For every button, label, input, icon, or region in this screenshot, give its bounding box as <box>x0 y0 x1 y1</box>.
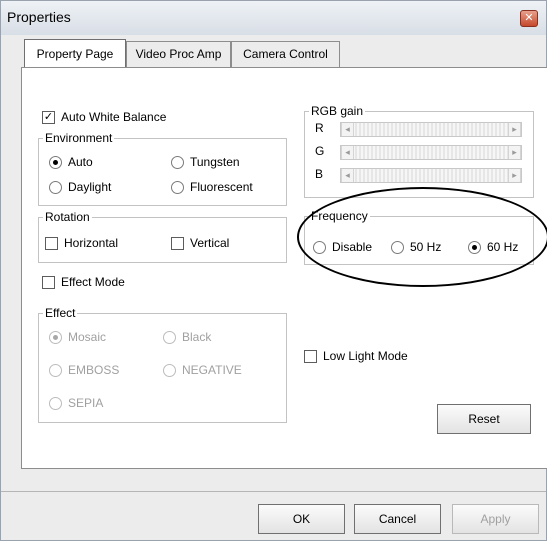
ok-button[interactable]: OK <box>258 504 345 534</box>
apply-button[interactable]: Apply <box>452 504 539 534</box>
left-arrow-icon[interactable]: ◂ <box>341 123 354 136</box>
close-button[interactable]: ✕ <box>520 10 538 27</box>
left-arrow-icon[interactable]: ◂ <box>341 169 354 182</box>
radio-icon <box>313 240 326 254</box>
b-gain-slider[interactable]: ◂ ▸ <box>340 168 522 183</box>
checkbox-icon <box>171 236 184 250</box>
radio-icon <box>391 240 404 254</box>
checkbox-icon <box>304 349 317 363</box>
frequency-disable-label: Disable <box>332 240 373 254</box>
environment-fluorescent-label: Fluorescent <box>190 180 253 194</box>
auto-white-balance-checkbox[interactable]: ✓ Auto White Balance <box>42 110 166 124</box>
effect-black-label: Black <box>182 330 212 344</box>
rotation-group: Rotation Horizontal Vertical <box>38 210 287 263</box>
environment-tungsten-radio[interactable]: Tungsten <box>171 155 240 169</box>
environment-group-label: Environment <box>43 131 115 145</box>
effect-mosaic-label: Mosaic <box>68 330 107 344</box>
rgb-gain-group-label: RGB gain <box>309 104 366 118</box>
radio-icon <box>49 180 62 194</box>
frequency-50hz-label: 50 Hz <box>410 240 442 254</box>
properties-window: Properties ✕ Property Page Video Proc Am… <box>0 0 547 541</box>
checkbox-icon <box>45 236 58 250</box>
left-arrow-icon[interactable]: ◂ <box>341 146 354 159</box>
rotation-horizontal-checkbox[interactable]: Horizontal <box>45 236 118 250</box>
radio-icon <box>163 363 176 377</box>
radio-selected-icon <box>49 330 62 344</box>
bottom-separator <box>1 491 546 492</box>
tab-video-proc-amp[interactable]: Video Proc Amp <box>126 41 231 67</box>
effect-negative-label: NEGATIVE <box>182 363 242 377</box>
right-arrow-icon[interactable]: ▸ <box>508 123 521 136</box>
effect-mode-label: Effect Mode <box>61 275 125 289</box>
rotation-group-label: Rotation <box>43 210 92 224</box>
rgb-g-label: G <box>315 144 325 158</box>
effect-emboss-label: EMBOSS <box>68 363 120 377</box>
r-gain-slider[interactable]: ◂ ▸ <box>340 122 522 137</box>
checkmark-icon: ✓ <box>42 110 55 124</box>
radio-icon <box>163 330 176 344</box>
effect-mode-checkbox[interactable]: Effect Mode <box>42 275 125 289</box>
rgb-b-label: B <box>315 167 324 181</box>
rotation-vertical-label: Vertical <box>190 236 230 250</box>
environment-fluorescent-radio[interactable]: Fluorescent <box>171 180 253 194</box>
low-light-mode-checkbox[interactable]: Low Light Mode <box>304 349 408 363</box>
environment-tungsten-label: Tungsten <box>190 155 240 169</box>
effect-group: Effect Mosaic Black EMBOSS NEGATIVE SEPI… <box>38 306 287 423</box>
tab-camera-control[interactable]: Camera Control <box>231 41 340 67</box>
environment-daylight-radio[interactable]: Daylight <box>49 180 111 194</box>
right-arrow-icon[interactable]: ▸ <box>508 169 521 182</box>
radio-selected-icon <box>49 155 62 169</box>
checkbox-icon <box>42 275 55 289</box>
rgb-r-label: R <box>315 121 324 135</box>
title-bar[interactable]: Properties ✕ <box>1 1 546 35</box>
radio-selected-icon <box>468 240 481 254</box>
radio-icon <box>49 363 62 377</box>
effect-black-radio[interactable]: Black <box>163 330 211 344</box>
frequency-group-label: Frequency <box>309 209 370 223</box>
effect-negative-radio[interactable]: NEGATIVE <box>163 363 242 377</box>
tab-property-page[interactable]: Property Page <box>24 39 126 67</box>
radio-icon <box>49 396 62 410</box>
frequency-50hz-radio[interactable]: 50 Hz <box>391 240 441 254</box>
window-title: Properties <box>7 9 71 25</box>
reset-button[interactable]: Reset <box>437 404 531 434</box>
effect-mosaic-radio[interactable]: Mosaic <box>49 330 106 344</box>
right-arrow-icon[interactable]: ▸ <box>508 146 521 159</box>
radio-icon <box>171 180 184 194</box>
rotation-vertical-checkbox[interactable]: Vertical <box>171 236 229 250</box>
effect-sepia-radio[interactable]: SEPIA <box>49 396 103 410</box>
effect-sepia-label: SEPIA <box>68 396 104 410</box>
g-gain-slider[interactable]: ◂ ▸ <box>340 145 522 160</box>
low-light-mode-label: Low Light Mode <box>323 349 408 363</box>
effect-emboss-radio[interactable]: EMBOSS <box>49 363 119 377</box>
environment-daylight-label: Daylight <box>68 180 112 194</box>
environment-auto-radio[interactable]: Auto <box>49 155 93 169</box>
auto-white-balance-label: Auto White Balance <box>61 110 167 124</box>
property-page-panel: ✓ Auto White Balance Environment Auto Tu… <box>21 67 547 469</box>
rgb-gain-group: RGB gain R ◂ ▸ G ◂ ▸ B ◂ ▸ <box>304 104 534 198</box>
frequency-60hz-label: 60 Hz <box>487 240 519 254</box>
cancel-button[interactable]: Cancel <box>354 504 441 534</box>
environment-auto-label: Auto <box>68 155 93 169</box>
frequency-disable-radio[interactable]: Disable <box>313 240 372 254</box>
rotation-horizontal-label: Horizontal <box>64 236 119 250</box>
effect-group-label: Effect <box>43 306 78 320</box>
radio-icon <box>171 155 184 169</box>
frequency-60hz-radio[interactable]: 60 Hz <box>468 240 518 254</box>
frequency-group: Frequency Disable 50 Hz 60 Hz <box>304 209 534 265</box>
environment-group: Environment Auto Tungsten Daylight Fluor… <box>38 131 287 206</box>
